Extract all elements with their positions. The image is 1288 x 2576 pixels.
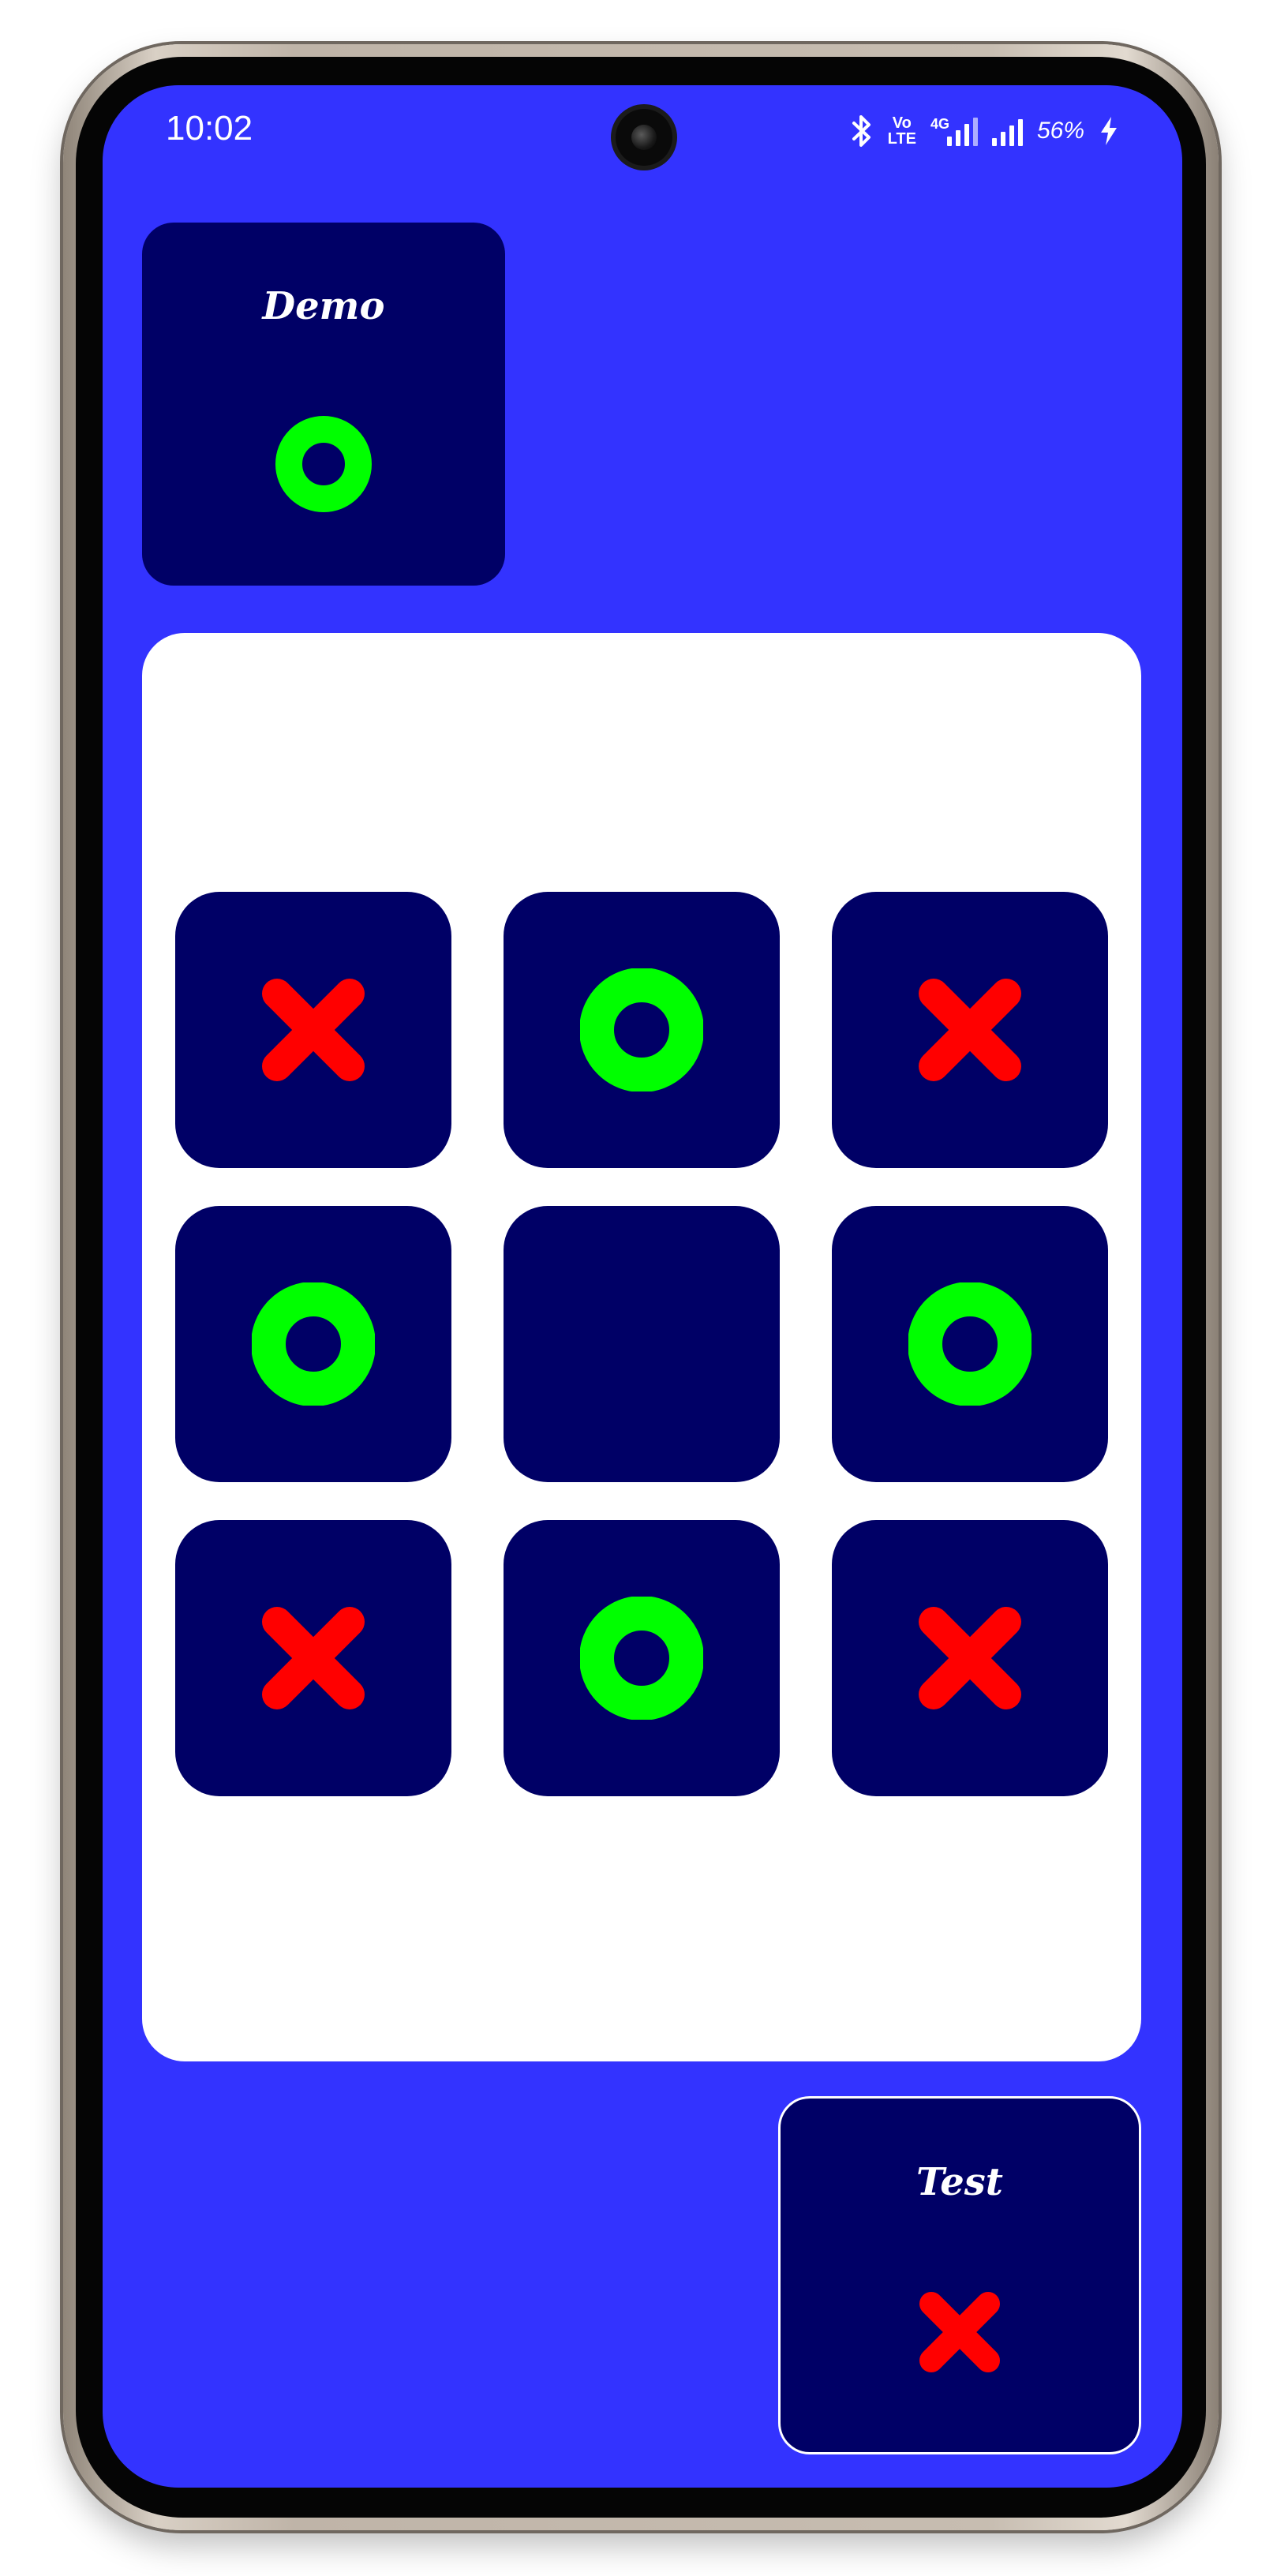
x-mark-icon <box>919 1607 1021 1709</box>
x-mark-icon <box>262 979 365 1081</box>
x-mark-icon <box>262 1607 365 1709</box>
board-cell-5[interactable] <box>504 1206 780 1482</box>
player-name-demo: Demo <box>262 284 385 328</box>
signal-icon-sim1: 4G <box>930 116 978 146</box>
o-mark-icon <box>580 1597 703 1720</box>
game-board <box>142 633 1141 2061</box>
charging-icon <box>1101 117 1117 145</box>
board-cell-6[interactable] <box>832 1206 1108 1482</box>
board-cell-9[interactable] <box>832 1520 1108 1796</box>
app-screen: 10:02 Vo LTE 4G 56% Demo Test <box>103 85 1182 2488</box>
player-card-demo: Demo <box>142 223 505 586</box>
network-type: 4G <box>930 116 949 132</box>
o-mark-icon <box>275 416 372 512</box>
front-camera <box>616 109 672 166</box>
board-cell-1[interactable] <box>175 892 451 1168</box>
volte-line1: Vo <box>892 114 912 132</box>
status-time: 10:02 <box>166 109 253 148</box>
battery-percent: 56% <box>1036 118 1084 144</box>
player-name-test: Test <box>916 2160 1003 2204</box>
board-cell-8[interactable] <box>504 1520 780 1796</box>
volte-icon: Vo LTE <box>888 115 916 147</box>
signal-icon-sim2 <box>991 116 1023 146</box>
volte-line2: LTE <box>887 130 916 148</box>
x-mark-icon <box>919 2292 1000 2372</box>
player-card-test: Test <box>778 2096 1141 2454</box>
board-cell-3[interactable] <box>832 892 1108 1168</box>
o-mark-icon <box>580 968 703 1091</box>
board-cell-4[interactable] <box>175 1206 451 1482</box>
x-mark-icon <box>919 979 1021 1081</box>
camera-lens <box>631 125 657 150</box>
o-mark-icon <box>908 1282 1032 1406</box>
board-cell-7[interactable] <box>175 1520 451 1796</box>
o-mark-icon <box>252 1282 375 1406</box>
board-cell-2[interactable] <box>504 892 780 1168</box>
bluetooth-icon <box>852 115 871 147</box>
status-icons: Vo LTE 4G 56% <box>850 109 1119 153</box>
